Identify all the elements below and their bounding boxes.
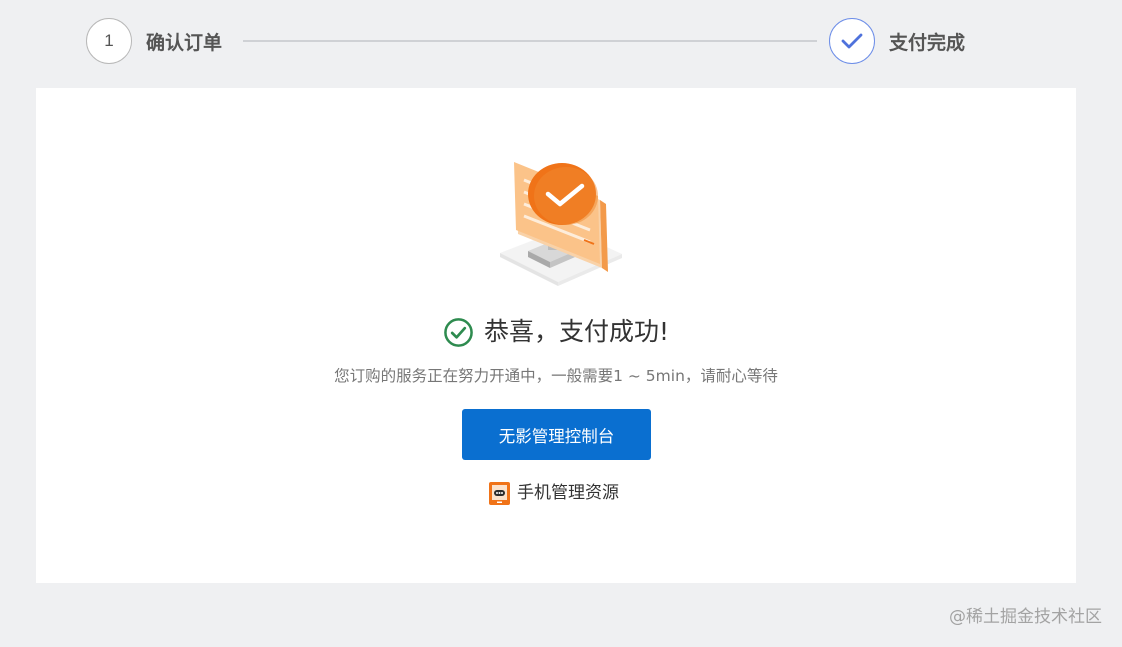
step-number-badge: 1 — [86, 18, 132, 64]
check-circle-icon — [444, 317, 473, 347]
activation-notice: 您订购的服务正在努力开通中，一般需要1 ~ 5min，请耐心等待 — [334, 367, 778, 385]
checkmark-icon — [829, 18, 875, 64]
order-stepper: 1 确认订单 支付完成 — [0, 0, 1122, 88]
console-button[interactable]: 无影管理控制台 — [462, 409, 651, 460]
mobile-manage-link[interactable]: 手机管理资源 — [488, 480, 619, 506]
step-connector-line — [243, 40, 817, 42]
success-title-text: 恭喜，支付成功! — [483, 317, 670, 346]
watermark: @稀土掘金技术社区 — [949, 607, 1102, 627]
phone-icon — [489, 481, 510, 505]
step-label-payment-complete: 支付完成 — [889, 32, 966, 54]
mobile-link-label: 手机管理资源 — [517, 483, 619, 503]
result-card: 恭喜，支付成功! 您订购的服务正在努力开通中，一般需要1 ~ 5min，请耐心等… — [36, 88, 1076, 583]
monitor-success-illustration — [490, 158, 630, 298]
success-heading: 恭喜，支付成功! — [36, 316, 1076, 348]
step-label-confirm-order: 确认订单 — [146, 32, 223, 54]
step-number: 1 — [104, 31, 114, 50]
